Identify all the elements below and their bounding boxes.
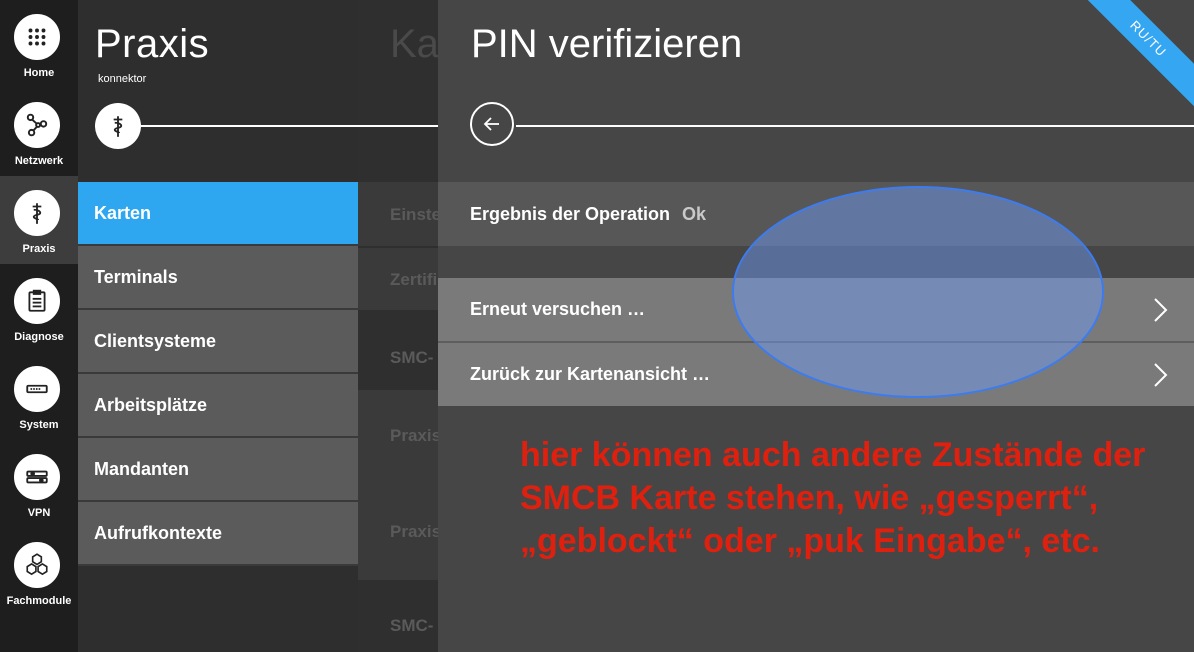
rail-label: Home (23, 67, 55, 79)
rail-item-diagnose[interactable]: Diagnose (0, 264, 78, 352)
rail-item-vpn[interactable]: VPN (0, 440, 78, 528)
icon-rail: Home Netzwerk Praxis Diagnose System VPN (0, 0, 78, 652)
chevron-right-icon (1154, 298, 1168, 322)
rail-label: Praxis (22, 243, 56, 255)
device-icon (14, 366, 60, 412)
menu-item-terminals[interactable]: Terminals (78, 246, 358, 310)
back-button[interactable] (470, 102, 514, 146)
menu-list: Karten Terminals Clientsysteme Arbeitspl… (78, 182, 358, 566)
highlight-ellipse (732, 186, 1104, 398)
rail-item-home[interactable]: Home (0, 0, 78, 88)
rail-item-praxis[interactable]: Praxis (0, 176, 78, 264)
background-row-label: Praxis (390, 426, 438, 445)
retry-label: Erneut versuchen … (470, 299, 646, 319)
background-row (358, 390, 438, 580)
network-icon (14, 102, 60, 148)
annotation-text: hier können auch andere Zustände der SMC… (520, 436, 1146, 560)
praxis-menu: Praxis konnektor Karten Terminals Client… (78, 0, 436, 652)
background-karten-panel: Ka Einste Zertifi SMC- Praxis Praxis SMC… (358, 0, 438, 652)
rail-label: Diagnose (14, 331, 64, 343)
menu-item-mandanten[interactable]: Mandanten (78, 438, 358, 502)
result-label: Ergebnis der Operation (470, 204, 671, 224)
caduceus-icon (14, 190, 60, 236)
vpn-icon (14, 454, 60, 500)
clipboard-icon (14, 278, 60, 324)
chevron-right-icon (1154, 363, 1168, 387)
menu-item-arbeitsplaetze[interactable]: Arbeitsplätze (78, 374, 358, 438)
caduceus-icon (95, 103, 141, 149)
rail-item-system[interactable]: System (0, 352, 78, 440)
background-row-label: SMC- (390, 616, 434, 635)
pin-verify-panel: RU/TU PIN verifizieren Ergebnis der Oper… (438, 0, 1194, 652)
rail-label: VPN (27, 507, 51, 519)
environment-ribbon: RU/TU (1073, 0, 1194, 114)
back-to-cards-label: Zurück zur Kartenansicht … (470, 364, 711, 384)
background-row-label: Praxis (390, 522, 438, 541)
divider-line (516, 125, 1194, 127)
arrow-left-icon (483, 117, 499, 131)
rail-label: Netzwerk (14, 155, 64, 167)
background-row-label: Einste (390, 205, 438, 224)
background-row-label: Zertifi (390, 270, 438, 289)
rail-label: Fachmodule (6, 595, 72, 607)
background-title: Ka (390, 22, 438, 66)
background-row-label: SMC- (390, 348, 434, 367)
menu-item-aufrufkontexte[interactable]: Aufrufkontexte (78, 502, 358, 566)
divider-line (358, 125, 438, 127)
result-value: Ok (682, 204, 707, 224)
rail-item-fachmodule[interactable]: Fachmodule (0, 528, 78, 616)
page-title: PIN verifizieren (471, 22, 743, 66)
grid-icon (14, 14, 60, 60)
menu-item-karten[interactable]: Karten (78, 182, 358, 246)
rail-label: System (19, 419, 59, 431)
menu-item-clientsysteme[interactable]: Clientsysteme (78, 310, 358, 374)
menu-subtitle: konnektor (98, 73, 147, 85)
menu-title: Praxis (95, 22, 210, 66)
hexagons-icon (14, 542, 60, 588)
rail-item-netzwerk[interactable]: Netzwerk (0, 88, 78, 176)
